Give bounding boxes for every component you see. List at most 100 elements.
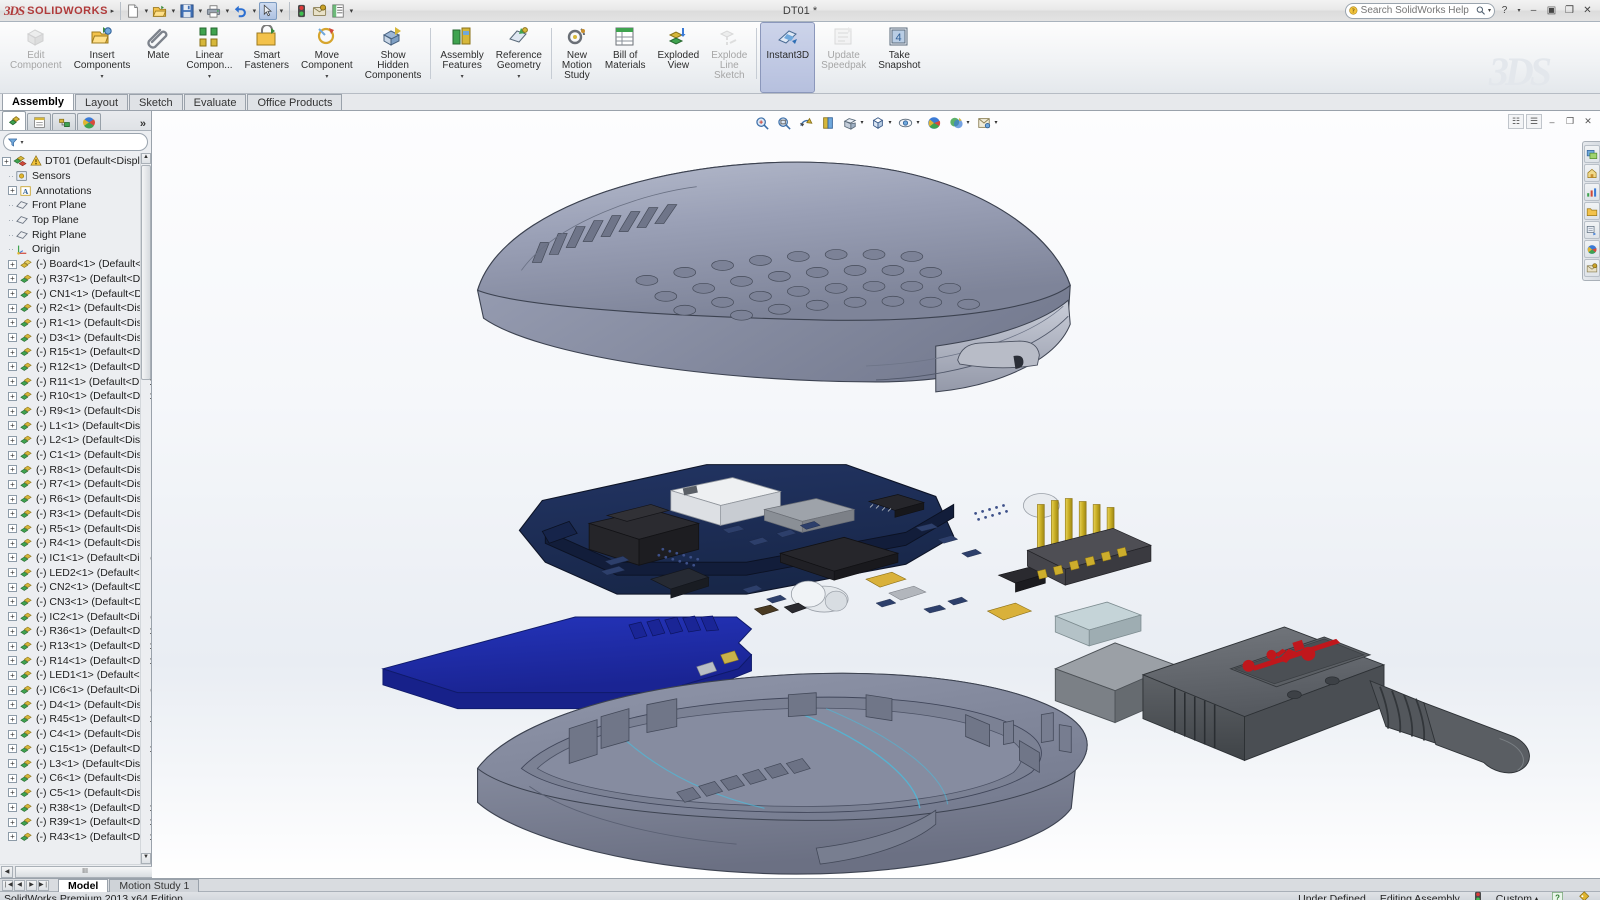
tree-node[interactable]: + (-) R14<1> (Default<Disp (0, 653, 151, 668)
solidworks-resources-icon[interactable] (1583, 145, 1600, 163)
ribbon-smart-fasteners[interactable]: Smart Fasteners (239, 22, 295, 93)
view-orientation-caret[interactable]: ▾ (860, 119, 863, 126)
feature-tree-scroll-area[interactable]: + DT01 (Default<Display S ·· Sensors + A Annot… (0, 153, 151, 864)
expand-plus-icon[interactable]: + (8, 318, 17, 328)
file-explorer-icon[interactable] (1583, 183, 1600, 201)
tree-node[interactable]: + (-) LED1<1> (Default<Di (0, 668, 151, 683)
previous-view-icon[interactable] (796, 114, 815, 132)
doc-tab-motion-study-1[interactable]: Motion Study 1 (109, 878, 200, 892)
tree-node[interactable]: + (-) Board<1> (Default<< (0, 257, 151, 272)
tree-node[interactable]: + (-) L2<1> (Default<Displ (0, 433, 151, 448)
tree-node[interactable]: + (-) R9<1> (Default<Displ (0, 404, 151, 419)
tree-node[interactable]: + (-) R37<1> (Default<Disp (0, 272, 151, 287)
view-settings-caret[interactable]: ▾ (995, 119, 998, 126)
close-view-button[interactable]: ✕ (1580, 114, 1596, 129)
expand-plus-icon[interactable]: + (2, 156, 11, 166)
edit-appearance-icon[interactable] (925, 114, 944, 132)
expand-plus-icon[interactable]: + (8, 744, 17, 754)
expand-plus-icon[interactable]: + (8, 509, 17, 519)
tree-horizontal-scrollbar[interactable]: ◀ III ▶ (0, 864, 155, 878)
expand-plus-icon[interactable]: + (8, 656, 17, 666)
tree-node[interactable]: + (-) LED2<1> (Default<Di (0, 565, 151, 580)
tree-node[interactable]: ·· Origin (0, 242, 151, 257)
units-caret[interactable]: ▴ (1535, 895, 1538, 900)
tree-node[interactable]: + (-) R4<1> (Default<Displ (0, 536, 151, 551)
feature-filter-box[interactable]: ▾ (3, 133, 148, 151)
expand-plus-icon[interactable]: + (8, 333, 17, 343)
chevron-down-icon[interactable]: ▾ (325, 72, 328, 82)
tree-node[interactable]: + (-) C6<1> (Default<Displ (0, 771, 151, 786)
graphics-viewport[interactable]: ▾ ▾ ▾ ▾ ▾ ☷ ☰ – ❐ ✕ (152, 111, 1600, 878)
expand-plus-icon[interactable]: + (8, 685, 17, 695)
chevron-down-icon[interactable]: ▾ (461, 72, 464, 82)
expand-plus-icon[interactable]: + (8, 538, 17, 548)
restore-view-button[interactable]: ❐ (1562, 114, 1578, 129)
tree-node[interactable]: + (-) IC1<1> (Default<Disp (0, 551, 151, 566)
ribbon-new-motion-study[interactable]: New Motion Study (555, 22, 599, 93)
tree-node[interactable]: ·· Sensors (0, 169, 151, 184)
exploded-assembly-model[interactable] (152, 111, 1600, 878)
expand-plus-icon[interactable]: + (8, 479, 17, 489)
view-orientation-icon[interactable] (840, 114, 859, 132)
tree-hscroll-left-arrow[interactable]: ◀ (1, 865, 13, 878)
chevron-down-icon[interactable]: ▾ (101, 72, 104, 82)
expand-plus-icon[interactable]: + (8, 450, 17, 460)
design-library-icon[interactable] (1583, 164, 1600, 182)
tree-node[interactable]: + (-) R8<1> (Default<Displ (0, 462, 151, 477)
expand-plus-icon[interactable]: + (8, 362, 17, 372)
panel-expand-button[interactable]: » (140, 118, 151, 130)
filter-caret[interactable]: ▾ (20, 139, 23, 146)
tree-node[interactable]: ·· Front Plane (0, 198, 151, 213)
expand-plus-icon[interactable]: + (8, 553, 17, 563)
expand-plus-icon[interactable]: + (8, 582, 17, 592)
expand-plus-icon[interactable]: + (8, 186, 17, 196)
ribbon-show-hidden-components[interactable]: Show Hidden Components (359, 22, 428, 93)
apply-scene-caret[interactable]: ▾ (967, 119, 970, 126)
ribbon-bill-of-materials[interactable]: Bill of Materials (599, 22, 652, 93)
doc-tab-model[interactable]: Model (58, 878, 109, 892)
expand-plus-icon[interactable]: + (8, 347, 17, 357)
prev-tab[interactable]: ◀ (14, 879, 25, 891)
expand-plus-icon[interactable]: + (8, 817, 17, 827)
expand-plus-icon[interactable]: + (8, 803, 17, 813)
expand-plus-icon[interactable]: + (8, 641, 17, 651)
expand-plus-icon[interactable]: + (8, 274, 17, 284)
tree-scroll-up-arrow[interactable]: ▲ (141, 153, 151, 164)
ribbon-reference-geometry[interactable]: Reference Geometry ▾ (490, 22, 548, 93)
tree-node[interactable]: + (-) IC2<1> (Default<Disp (0, 609, 151, 624)
expand-plus-icon[interactable]: + (8, 626, 17, 636)
display-manager-icon[interactable] (77, 113, 101, 130)
tree-hscroll-track[interactable]: III (13, 865, 155, 878)
property-manager-icon[interactable] (27, 113, 51, 130)
tab-evaluate[interactable]: Evaluate (183, 94, 247, 110)
tree-node[interactable]: + (-) R6<1> (Default<Displ (0, 492, 151, 507)
tag-icon[interactable] (1577, 891, 1590, 900)
units-selector[interactable]: Custom ▴ (1496, 893, 1538, 900)
expand-plus-icon[interactable]: + (8, 700, 17, 710)
tree-node[interactable]: ·· Right Plane (0, 227, 151, 242)
tree-node[interactable]: + (-) R36<1> (Default<Disp (0, 624, 151, 639)
expand-plus-icon[interactable]: + (8, 612, 17, 622)
ribbon-edit-component[interactable]: Edit Component (4, 22, 68, 93)
tree-node[interactable]: + (-) R11<1> (Default<Disp (0, 374, 151, 389)
tree-node[interactable]: + (-) C5<1> (Default<Displ (0, 786, 151, 801)
ribbon-mate[interactable]: Mate (136, 22, 180, 93)
tree-node[interactable]: + (-) R3<1> (Default<Displ (0, 507, 151, 522)
expand-plus-icon[interactable]: + (8, 773, 17, 783)
tree-node[interactable]: + (-) C4<1> (Default<Displ (0, 727, 151, 742)
tree-node[interactable]: + (-) CN2<1> (Default<Dis (0, 580, 151, 595)
ribbon-take-snapshot[interactable]: 4 Take Snapshot (872, 22, 926, 93)
tree-root-node[interactable]: + DT01 (Default<Display S (0, 154, 151, 169)
tree-node[interactable]: + (-) R43<1> (Default<Disp (0, 830, 151, 845)
zoom-to-fit-icon[interactable] (752, 114, 771, 132)
tab-assembly[interactable]: Assembly (2, 93, 74, 110)
tree-node[interactable]: + (-) R2<1> (Default<Displ (0, 301, 151, 316)
tree-node[interactable]: + (-) L3<1> (Default<Displ (0, 756, 151, 771)
tile-horizontally-button[interactable]: ☷ (1508, 114, 1524, 129)
tree-node[interactable]: + (-) D3<1> (Default<Displ (0, 330, 151, 345)
tree-node[interactable]: + (-) C15<1> (Default<Disp (0, 742, 151, 757)
zoom-to-area-icon[interactable] (774, 114, 793, 132)
tab-layout[interactable]: Layout (74, 94, 129, 110)
tree-node[interactable]: + (-) R15<1> (Default<Disp (0, 345, 151, 360)
ribbon-explode-line-sketch[interactable]: Explode Line Sketch (705, 22, 753, 93)
